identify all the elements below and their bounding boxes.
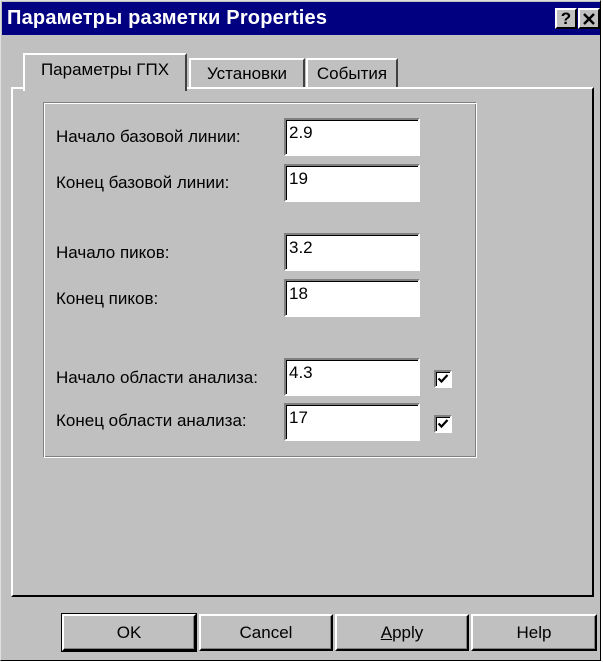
help-bottom-button[interactable]: Help	[471, 614, 597, 651]
tab-events[interactable]: События	[306, 58, 398, 89]
baseline-start-label: Начало базовой линии:	[56, 127, 241, 146]
checkmark-icon	[437, 374, 449, 384]
tab-label: События	[316, 64, 388, 83]
tab-label: Установки	[206, 64, 288, 83]
properties-dialog: Параметры разметки Properties ? Параметр…	[0, 0, 601, 661]
analysis-end-label: Конец области анализа:	[56, 411, 247, 430]
analysis-end-checkbox[interactable]	[434, 415, 452, 433]
help-button[interactable]: ?	[555, 8, 577, 29]
apply-button[interactable]: Apply	[335, 614, 469, 651]
title-bar[interactable]: Параметры разметки Properties ?	[2, 2, 600, 35]
analysis-start-checkbox[interactable]	[434, 370, 452, 388]
close-button[interactable]	[578, 8, 600, 29]
window-title: Параметры разметки Properties	[7, 7, 328, 29]
close-icon	[583, 13, 595, 25]
peaks-end-input[interactable]: 18	[284, 279, 420, 317]
baseline-start-input[interactable]: 2.9	[284, 118, 420, 156]
analysis-start-input[interactable]: 4.3	[284, 358, 420, 396]
peaks-start-input[interactable]: 3.2	[284, 233, 420, 271]
baseline-end-label: Конец базовой линии:	[56, 173, 230, 192]
apply-label: pply	[392, 623, 424, 642]
tab-settings[interactable]: Установки	[189, 58, 305, 89]
ok-button[interactable]: OK	[61, 613, 197, 652]
analysis-end-input[interactable]: 17	[284, 403, 420, 441]
analysis-start-label: Начало области анализа:	[56, 368, 258, 387]
tab-label: Параметры ГПХ	[40, 60, 170, 79]
peaks-end-label: Конец пиков:	[56, 289, 159, 308]
checkmark-icon	[437, 419, 449, 429]
peaks-start-label: Начало пиков:	[56, 243, 170, 262]
baseline-end-input[interactable]: 19	[284, 164, 420, 202]
cancel-button[interactable]: Cancel	[199, 614, 333, 651]
tab-gpx-params[interactable]: Параметры ГПХ	[23, 53, 187, 91]
apply-mnemonic: A	[380, 623, 393, 642]
